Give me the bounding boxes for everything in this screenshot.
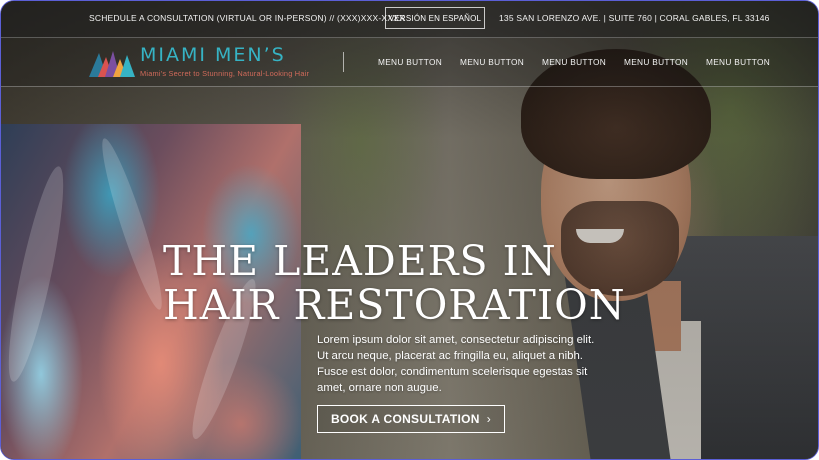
brand-name[interactable]: MIAMI MEN’S	[140, 44, 286, 66]
mountain-stripes-logo-icon[interactable]	[89, 47, 135, 77]
nav-divider	[343, 52, 344, 72]
hero-description: Lorem ipsum dolor sit amet, consectetur …	[317, 334, 595, 394]
book-consultation-button[interactable]: BOOK A CONSULTATION ›	[317, 405, 505, 433]
main-navigation: MIAMI MEN’S Miami's Secret to Stunning, …	[1, 38, 818, 87]
hero-heading: THE LEADERS IN HAIR RESTORATION	[163, 237, 626, 329]
book-consultation-label: BOOK A CONSULTATION	[330, 412, 480, 426]
hero-heading-line-2: HAIR RESTORATION	[163, 281, 626, 329]
top-info-bar: SCHEDULE A CONSULTATION (VIRTUAL OR IN-P…	[1, 1, 818, 38]
nav-menu-button-2[interactable]: MENU BUTTON	[460, 57, 524, 67]
spanish-version-button[interactable]: VERSIÓN EN ESPAÑOL	[385, 7, 485, 29]
office-address: 135 SAN LORENZO AVE. | SUITE 760 | CORAL…	[499, 13, 770, 23]
nav-menu: MENU BUTTON MENU BUTTON MENU BUTTON MENU…	[378, 57, 788, 67]
chevron-right-icon: ›	[486, 412, 492, 426]
nav-menu-button-3[interactable]: MENU BUTTON	[542, 57, 606, 67]
nav-menu-button-4[interactable]: MENU BUTTON	[624, 57, 688, 67]
brand-tagline: Miami's Secret to Stunning, Natural-Look…	[140, 69, 310, 78]
hero-heading-line-1: THE LEADERS IN	[163, 237, 557, 285]
art-streak	[93, 135, 171, 313]
nav-menu-button-1[interactable]: MENU BUTTON	[378, 57, 442, 67]
schedule-consultation-text[interactable]: SCHEDULE A CONSULTATION (VIRTUAL OR IN-P…	[89, 13, 405, 23]
nav-menu-button-5[interactable]: MENU BUTTON	[706, 57, 770, 67]
browser-frame: SCHEDULE A CONSULTATION (VIRTUAL OR IN-P…	[0, 0, 819, 460]
art-streak	[1, 163, 74, 385]
